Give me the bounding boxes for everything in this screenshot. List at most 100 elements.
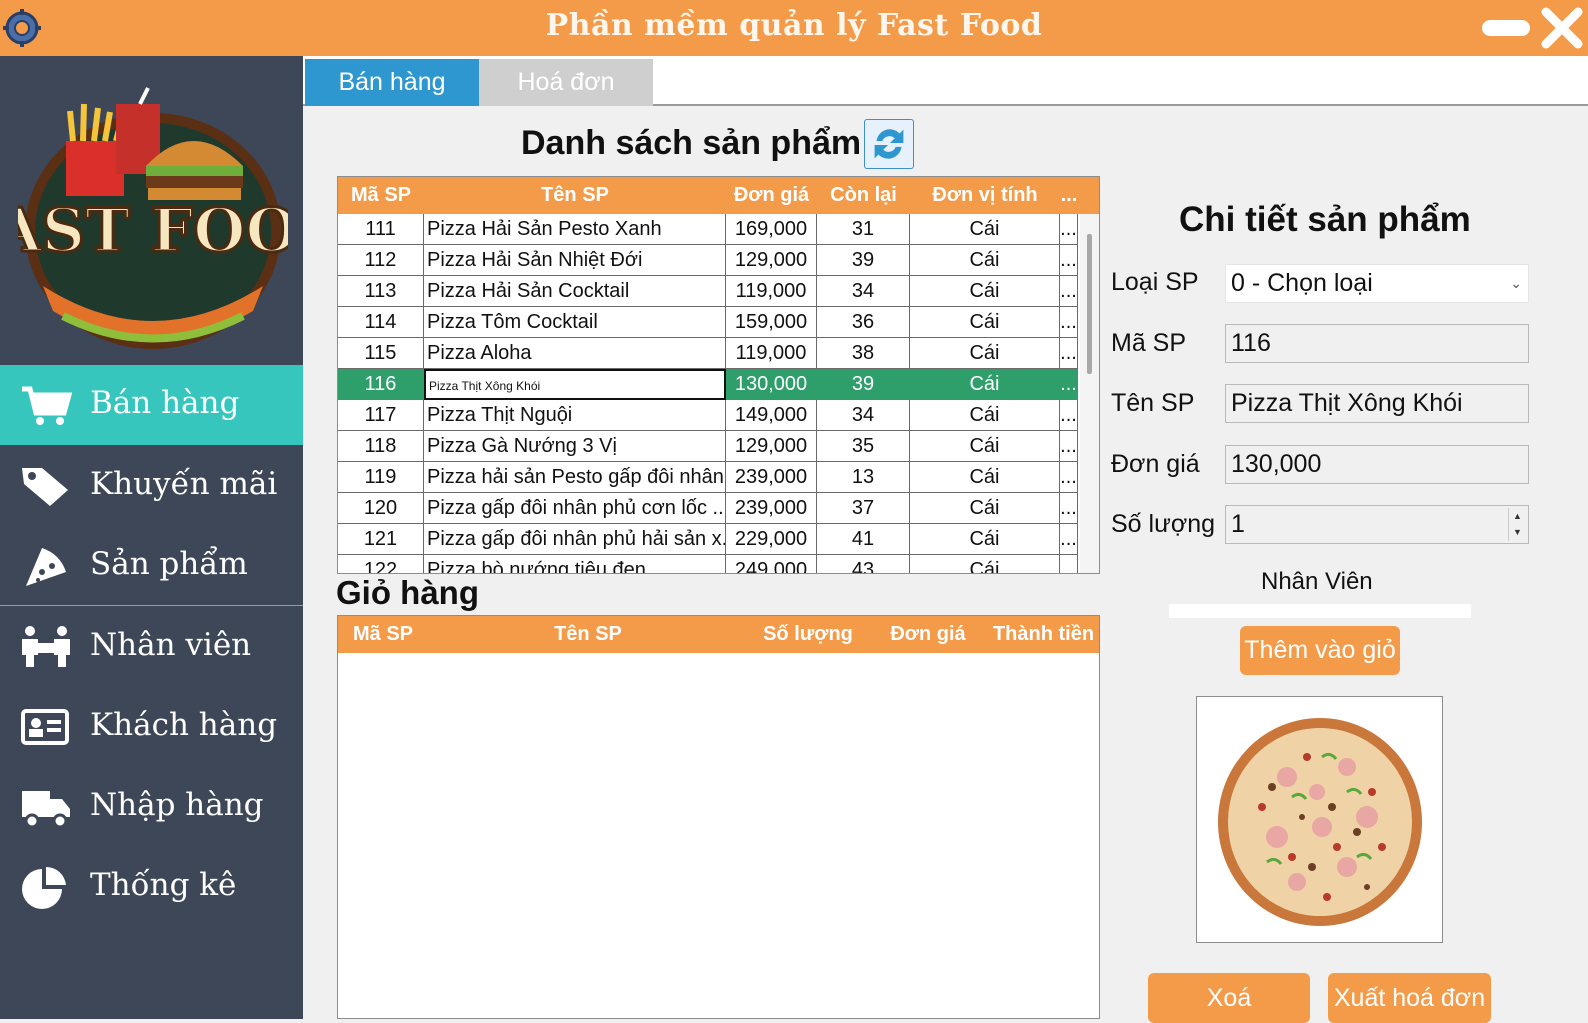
table-cell[interactable]: 111 — [338, 214, 424, 245]
table-cell[interactable]: 119 — [338, 462, 424, 493]
product-price-field[interactable]: 130,000 — [1225, 445, 1529, 484]
table-row[interactable]: 121 Pizza gấp đôi nhân phủ hải sản x... 22… — [338, 524, 1078, 555]
table-cell[interactable]: 119,000 — [726, 276, 817, 307]
tab-ban-hang[interactable]: Bán hàng — [305, 59, 479, 106]
table-row[interactable]: 122 Pizza bò nướng tiêu đen 249,000 43 Cái..… — [338, 555, 1078, 573]
table-cell[interactable]: 129,000 — [726, 431, 817, 462]
table-row[interactable]: 116 Pizza Thịt Xông Khói 130,000 39 Cái... — [338, 369, 1078, 400]
table-row[interactable]: 111 Pizza Hải Sản Pesto Xanh 169,000 31 Cái.… — [338, 214, 1078, 245]
table-cell[interactable]: 114 — [338, 307, 424, 338]
table-cell[interactable]: Pizza Gà Nướng 3 Vị — [424, 431, 726, 462]
table-cell[interactable]: 249,000 — [726, 555, 817, 573]
table-cell[interactable]: 149,000 — [726, 400, 817, 431]
table-cell[interactable]: Pizza hải sản Pesto gấp đôi nhân — [424, 462, 726, 493]
minimize-button[interactable] — [1482, 20, 1530, 36]
nav-san-pham[interactable]: Sản phẩm — [0, 526, 303, 606]
table-cell[interactable]: Pizza Thịt Nguội — [424, 400, 726, 431]
table-cell[interactable]: Cái — [910, 338, 1060, 369]
table-cell[interactable]: Cái — [910, 431, 1060, 462]
table-cell[interactable]: Cái — [910, 245, 1060, 276]
table-cell[interactable]: 39 — [817, 369, 910, 400]
table-row[interactable]: 114 Pizza Tôm Cocktail 159,000 36 Cái... — [338, 307, 1078, 338]
table-cell[interactable]: Cái — [910, 276, 1060, 307]
column-header[interactable]: Tên SP — [428, 616, 748, 653]
column-header[interactable]: Đơn vị tính — [910, 177, 1060, 214]
table-cell[interactable]: ... — [1060, 338, 1078, 369]
table-cell[interactable]: 112 — [338, 245, 424, 276]
table-cell[interactable]: 122 — [338, 555, 424, 573]
table-row[interactable]: 113 Pizza Hải Sản Cocktail 119,000 34 Cái... — [338, 276, 1078, 307]
table-cell[interactable]: ... — [1060, 431, 1078, 462]
column-header[interactable]: Mã SP — [338, 616, 428, 653]
table-cell[interactable]: 119,000 — [726, 338, 817, 369]
table-cell[interactable]: 31 — [817, 214, 910, 245]
table-cell[interactable]: 113 — [338, 276, 424, 307]
table-cell[interactable]: Pizza Aloha — [424, 338, 726, 369]
table-row[interactable]: 120 Pizza gấp đôi nhân phủ cơn lốc ... 239… — [338, 493, 1078, 524]
table-cell[interactable]: 43 — [817, 555, 910, 573]
table-cell[interactable]: Cái — [910, 400, 1060, 431]
nav-thong-ke[interactable]: Thống kê — [0, 847, 303, 927]
table-cell[interactable]: 39 — [817, 245, 910, 276]
chevron-down-icon[interactable]: ⌄ — [1510, 265, 1522, 302]
table-row[interactable]: 118 Pizza Gà Nướng 3 Vị 129,000 35 Cái... — [338, 431, 1078, 462]
table-cell[interactable]: ... — [1060, 400, 1078, 431]
table-cell[interactable]: ... — [1060, 276, 1078, 307]
table-cell[interactable]: 34 — [817, 400, 910, 431]
table-cell[interactable]: 117 — [338, 400, 424, 431]
export-invoice-button[interactable]: Xuất hoá đơn — [1328, 973, 1491, 1023]
product-name-field[interactable]: Pizza Thịt Xông Khói — [1225, 384, 1529, 423]
product-type-select[interactable]: 0 - Chọn loại ⌄ — [1225, 264, 1529, 303]
table-row[interactable]: 115 Pizza Aloha 119,000 38 Cái... — [338, 338, 1078, 369]
table-cell[interactable]: 239,000 — [726, 462, 817, 493]
column-header[interactable]: Đơn giá — [868, 616, 988, 653]
table-cell[interactable]: 34 — [817, 276, 910, 307]
column-header[interactable]: Thành tiền — [988, 616, 1099, 653]
table-cell[interactable]: Cái — [910, 462, 1060, 493]
table-cell[interactable]: ... — [1060, 369, 1078, 400]
table-cell[interactable]: 38 — [817, 338, 910, 369]
close-icon[interactable] — [1540, 6, 1584, 50]
table-cell[interactable]: 130,000 — [726, 369, 817, 400]
scrollbar[interactable] — [1080, 214, 1099, 573]
table-cell[interactable]: 229,000 — [726, 524, 817, 555]
table-row[interactable]: 112 Pizza Hải Sản Nhiệt Đới 129,000 39 Cái..… — [338, 245, 1078, 276]
table-row[interactable]: 119 Pizza hải sản Pesto gấp đôi nhân 239,0… — [338, 462, 1078, 493]
table-cell[interactable]: 159,000 — [726, 307, 817, 338]
table-cell[interactable]: Cái — [910, 555, 1060, 573]
column-header[interactable]: Tên SP — [424, 177, 726, 214]
decrement-icon[interactable]: ▼ — [1509, 524, 1526, 540]
table-cell[interactable]: 121 — [338, 524, 424, 555]
table-cell[interactable]: 120 — [338, 493, 424, 524]
column-header[interactable]: ... — [1060, 177, 1078, 214]
table-cell[interactable]: ... — [1060, 524, 1078, 555]
increment-icon[interactable]: ▲ — [1509, 508, 1526, 524]
product-id-field[interactable]: 116 — [1225, 324, 1529, 363]
employee-select[interactable] — [1169, 604, 1471, 618]
table-cell[interactable]: Cái — [910, 307, 1060, 338]
nav-nhap-hang[interactable]: Nhập hàng — [0, 767, 303, 847]
table-cell[interactable]: ... — [1060, 493, 1078, 524]
table-cell[interactable]: 115 — [338, 338, 424, 369]
table-cell[interactable]: 35 — [817, 431, 910, 462]
column-header[interactable]: Còn lại — [817, 177, 910, 214]
column-header[interactable]: Số lượng — [748, 616, 868, 653]
nav-nhan-vien[interactable]: Nhân viên — [0, 607, 303, 687]
table-cell[interactable]: 239,000 — [726, 493, 817, 524]
table-cell[interactable]: 169,000 — [726, 214, 817, 245]
table-cell[interactable]: Pizza gấp đôi nhân phủ cơn lốc ... — [424, 493, 726, 524]
table-cell[interactable]: Pizza bò nướng tiêu đen — [424, 555, 726, 573]
table-cell[interactable]: Pizza Hải Sản Cocktail — [424, 276, 726, 307]
delete-button[interactable]: Xoá — [1148, 973, 1310, 1023]
add-to-cart-button[interactable]: Thêm vào giỏ — [1240, 626, 1400, 675]
table-cell[interactable]: Pizza Tôm Cocktail — [424, 307, 726, 338]
table-cell[interactable]: ... — [1060, 555, 1078, 573]
table-cell[interactable]: Pizza Hải Sản Nhiệt Đới — [424, 245, 726, 276]
table-cell[interactable]: ... — [1060, 214, 1078, 245]
nav-khuyen-mai[interactable]: Khuyến mãi — [0, 446, 303, 526]
table-cell[interactable]: Pizza gấp đôi nhân phủ hải sản x... — [424, 524, 726, 555]
scrollbar-thumb[interactable] — [1087, 234, 1092, 374]
column-header[interactable]: Mã SP — [338, 177, 424, 214]
table-cell[interactable]: 13 — [817, 462, 910, 493]
nav-ban-hang[interactable]: Bán hàng — [0, 365, 303, 445]
